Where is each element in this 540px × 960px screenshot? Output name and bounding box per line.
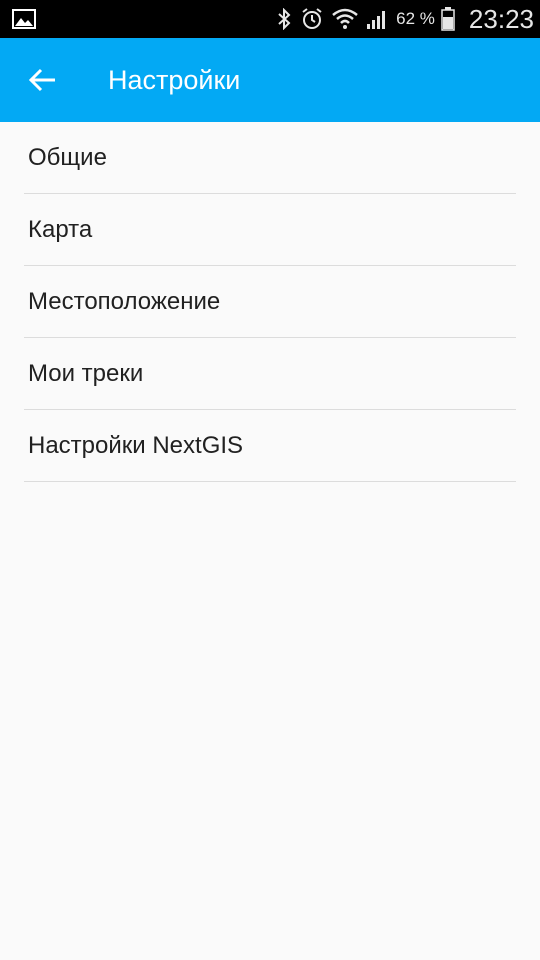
settings-item-label: Общие [28, 143, 107, 171]
settings-item-location[interactable]: Местоположение [24, 266, 516, 338]
settings-item-general[interactable]: Общие [24, 122, 516, 194]
status-time: 23:23 [468, 3, 534, 34]
status-bar: 62 % 23:23 [0, 0, 540, 38]
bluetooth-icon [278, 8, 291, 30]
page-title: Настройки [108, 65, 241, 95]
signal-icon [367, 11, 386, 29]
app-bar: Настройки [0, 38, 540, 122]
settings-list: Общие Карта Местоположение Мои треки Нас… [24, 122, 516, 482]
settings-item-label: Мои треки [28, 359, 144, 387]
settings-item-my-tracks[interactable]: Мои треки [24, 338, 516, 410]
settings-item-label: Местоположение [28, 287, 221, 315]
battery-percent: 62 % [396, 9, 435, 28]
gallery-icon [12, 9, 36, 29]
settings-item-label: Настройки NextGIS [28, 431, 244, 459]
status-icons: 62 % 23:23 [276, 0, 534, 38]
back-arrow-icon[interactable] [24, 60, 64, 100]
settings-item-label: Карта [28, 215, 93, 243]
settings-item-map[interactable]: Карта [24, 194, 516, 266]
battery-icon [441, 7, 455, 31]
alarm-icon [302, 8, 322, 29]
wifi-icon [332, 8, 358, 29]
settings-item-nextgis[interactable]: Настройки NextGIS [24, 410, 516, 482]
